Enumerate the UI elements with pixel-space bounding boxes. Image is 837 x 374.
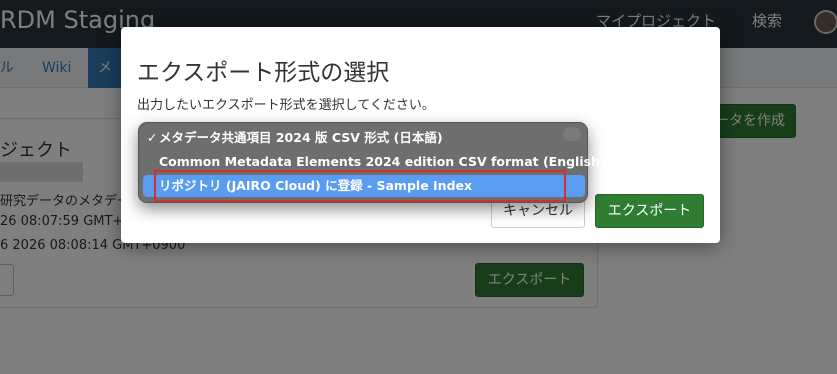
option-label: Common Metadata Elements 2024 edition CS… — [159, 154, 606, 169]
option-label: メタデータ共通項目 2024 版 CSV 形式 (日本語) — [159, 130, 443, 145]
dialog-description: 出力したいエクスポート形式を選択してください。 — [137, 98, 435, 113]
dialog-title: エクスポート形式の選択 — [137, 60, 390, 86]
export-button[interactable]: エクスポート — [595, 194, 704, 228]
option-jp-csv[interactable]: ✓ メタデータ共通項目 2024 版 CSV 形式 (日本語) — [143, 127, 585, 149]
checkmark-icon: ✓ — [147, 130, 158, 145]
red-highlight-box — [154, 170, 566, 202]
